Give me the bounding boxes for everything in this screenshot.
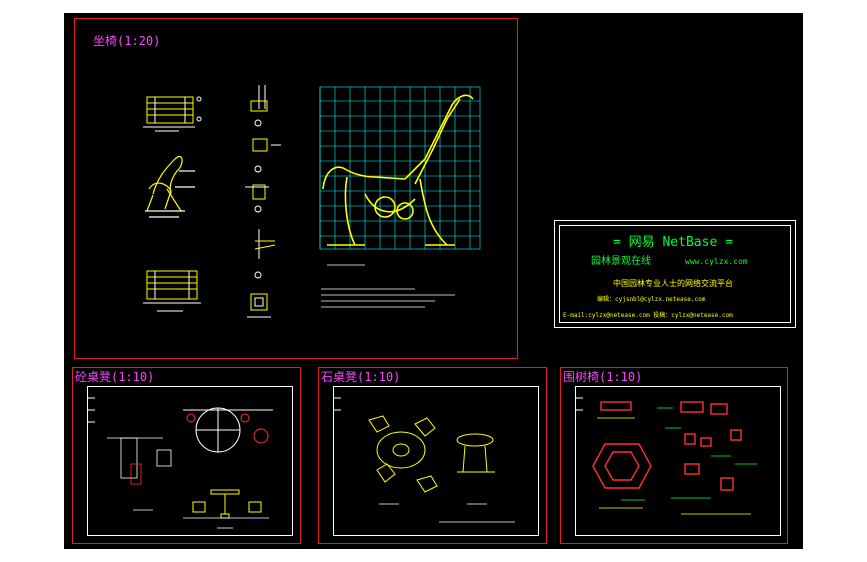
bottom-right-panel-frame: 围树椅(1:10) (560, 367, 788, 544)
tree-bench-drawings (575, 397, 757, 515)
viewer-canvas[interactable]: 坐椅(1:20) = 网易 NetBase = 园林景观在线 www.cylzx… (0, 0, 867, 562)
stone-table-drawings (333, 397, 515, 523)
bench-drawings (143, 85, 481, 318)
bottom-mid-panel-frame: 石桌凳(1:10) (318, 367, 547, 544)
drawing-sheet: 坐椅(1:20) = 网易 NetBase = 园林景观在线 www.cylzx… (64, 13, 803, 549)
logo-editor-line: 编辑：cyjsnbl@cylzx.netease.com (597, 296, 706, 303)
bench-plan-view (143, 96, 202, 132)
bench-side-view (145, 155, 195, 218)
logo-site-name: 园林景观在线 (591, 256, 651, 267)
bench-front-view (143, 270, 201, 312)
logo-block: = 网易 NetBase = 园林景观在线 www.cylzx.com 中国园林… (554, 220, 796, 328)
main-panel-frame: 坐椅(1:20) (74, 18, 518, 359)
logo-site-url: www.cylzx.com (685, 257, 748, 266)
logo-tagline: 中国园林专业人士的网络交流平台 (613, 279, 733, 288)
bench-grid-profile (322, 94, 474, 246)
concrete-table-drawings (87, 397, 273, 529)
logo-headline: = 网易 NetBase = (613, 235, 733, 250)
logo-contact-line: E-mail:cylzx@netease.com 投稿：cylzx@neteas… (563, 312, 733, 319)
bench-annotation-lines (321, 264, 455, 308)
bench-detail-column (245, 85, 281, 318)
bottom-left-panel-frame: 砼桌凳(1:10) (72, 367, 301, 544)
